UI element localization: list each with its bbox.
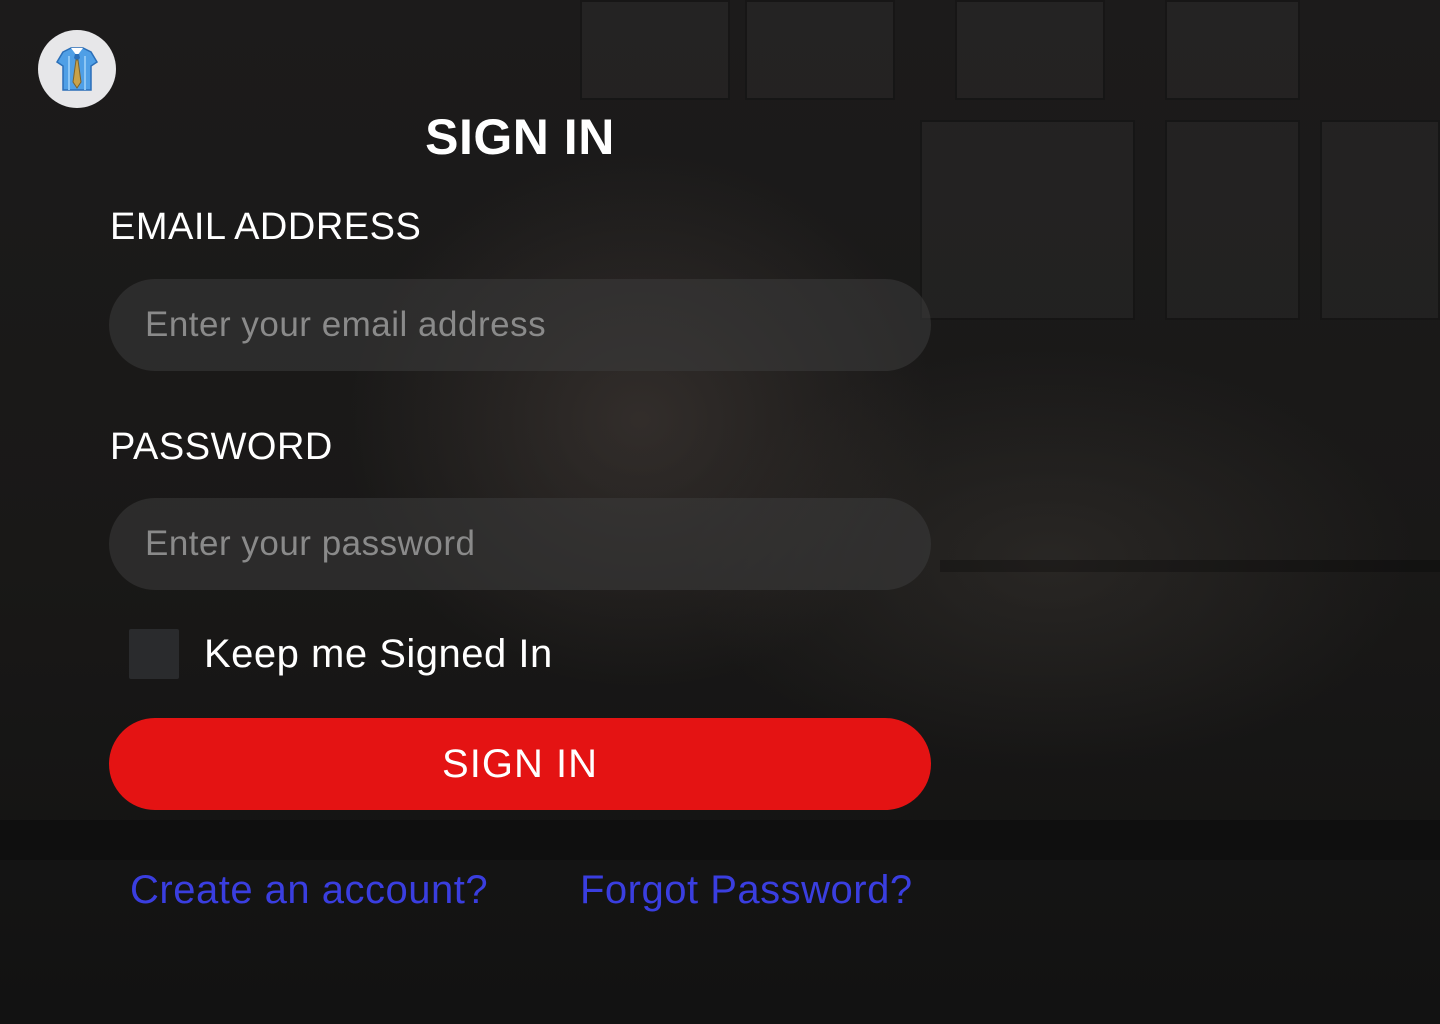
password-input[interactable]	[109, 498, 931, 590]
keep-signed-in-label: Keep me Signed In	[204, 632, 553, 676]
shelf	[940, 560, 1440, 572]
brand-logo[interactable]	[38, 30, 116, 108]
create-account-link[interactable]: Create an account?	[130, 868, 488, 913]
window-pane	[1320, 120, 1440, 320]
page-title: SIGN IN	[425, 109, 615, 165]
window-pane	[920, 120, 1135, 320]
email-input[interactable]	[109, 279, 931, 371]
password-label: PASSWORD	[110, 426, 333, 468]
window-pane	[580, 0, 730, 100]
window-pane	[1165, 120, 1300, 320]
keep-signed-in-checkbox[interactable]	[129, 629, 179, 679]
window-pane	[1165, 0, 1300, 100]
forgot-password-link[interactable]: Forgot Password?	[580, 868, 913, 913]
table-edge	[0, 820, 1440, 860]
window-pane	[955, 0, 1105, 100]
window-pane	[745, 0, 895, 100]
email-label: EMAIL ADDRESS	[110, 206, 422, 248]
shirt-tie-icon	[55, 47, 99, 91]
sign-in-button[interactable]: SIGN IN	[109, 718, 931, 810]
